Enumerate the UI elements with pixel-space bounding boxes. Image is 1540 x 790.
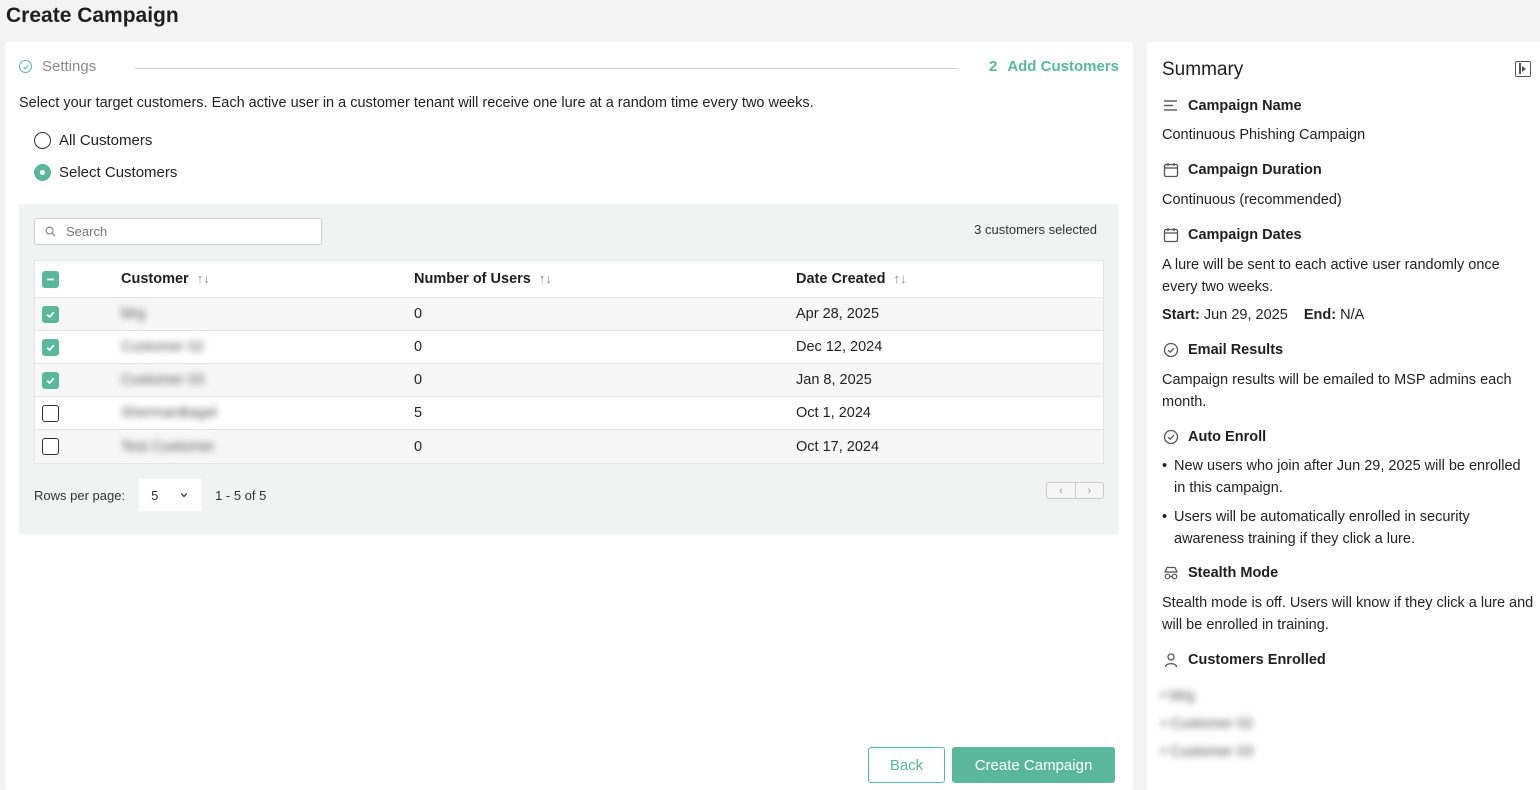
table-header: Customer ↑↓ Number of Users ↑↓ Date Create… (35, 261, 1103, 298)
auto-enroll-heading: Auto Enroll (1163, 429, 1266, 445)
stealth-mode-text: Stealth mode is off. Users will know if … (1162, 595, 1534, 633)
table-row[interactable]: blrg 0 Apr 28, 2025 (35, 298, 1103, 331)
campaign-name-heading: Campaign Name (1163, 98, 1302, 114)
user-count: 0 (414, 438, 423, 455)
date-created: Oct 17, 2024 (796, 438, 880, 455)
customer-name: blrg (121, 306, 146, 322)
user-count: 0 (414, 306, 423, 322)
enrolled-customer: • Customer 02 (1161, 716, 1254, 732)
header-number-of-users[interactable]: Number of Users ↑↓ (414, 271, 796, 287)
check-circle-icon (1163, 429, 1179, 445)
sort-icon[interactable]: ↑↓ (539, 271, 552, 286)
stepper: Settings 2 Add Customers (19, 58, 1119, 78)
radio-button[interactable] (34, 132, 51, 149)
page-nav: ‹ › (1046, 482, 1104, 499)
select-all-checkbox[interactable] (42, 270, 59, 288)
campaign-name-value: Continuous Phishing Campaign (1162, 127, 1366, 143)
stepper-line (135, 68, 958, 69)
campaign-duration-heading: Campaign Duration (1163, 162, 1322, 178)
stealth-mode-heading: Stealth Mode (1163, 565, 1278, 581)
step-settings-label: Settings (42, 58, 97, 75)
prev-page-button[interactable]: ‹ (1047, 483, 1075, 498)
pagination: Rows per page: 5 1 - 5 of 5 ‹ › (34, 478, 1104, 512)
user-count: 0 (414, 339, 423, 355)
sort-icon[interactable]: ↑↓ (197, 271, 210, 286)
auto-enroll-bullet: New users who join after Jun 29, 2025 wi… (1162, 455, 1534, 499)
customer-name: Customer 02 (121, 339, 205, 355)
check-circle-icon (1163, 342, 1179, 358)
customer-table: Customer ↑↓ Number of Users ↑↓ Date Create… (34, 260, 1104, 464)
radio-button[interactable] (34, 164, 51, 181)
summary-title: Summary (1162, 59, 1244, 80)
user-count: 0 (414, 372, 423, 388)
rows-per-page-label: Rows per page: (34, 487, 126, 503)
date-created: Oct 1, 2024 (796, 405, 871, 421)
date-created: Apr 28, 2025 (796, 306, 880, 322)
campaign-dates-text: A lure will be sent to each active user … (1162, 257, 1500, 295)
page-range: 1 - 5 of 5 (215, 487, 267, 503)
row-checkbox[interactable] (42, 438, 59, 455)
next-page-button[interactable]: › (1075, 483, 1103, 498)
check-circle-icon (19, 60, 32, 73)
sort-icon[interactable]: ↑↓ (893, 271, 906, 286)
header-customer[interactable]: Customer ↑↓ (121, 271, 414, 287)
customer-name: Customer 03 (121, 372, 205, 388)
table-row[interactable]: Customer 02 0 Dec 12, 2024 (35, 331, 1103, 364)
user-count: 5 (414, 405, 423, 421)
summary-panel: Summary Campaign Name Continuous Phishin… (1147, 42, 1540, 790)
radio-label: All Customers (59, 132, 153, 149)
calendar-icon (1163, 163, 1179, 178)
enrolled-customer: • Customer 03 (1161, 744, 1254, 760)
row-checkbox[interactable] (42, 371, 59, 389)
email-results-text: Campaign results will be emailed to MSP … (1162, 372, 1512, 410)
customer-table-panel: 3 customers selected Customer↑↓ Number o… (19, 204, 1119, 534)
rows-per-page-select[interactable]: 5 (139, 479, 202, 511)
customers-enrolled-heading: Customers Enrolled (1163, 652, 1326, 668)
step-add-customers-label: Add Customers (1007, 58, 1119, 75)
main-panel: Settings 2 Add Customers Select your tar… (5, 42, 1133, 790)
panel-collapse-icon[interactable] (1515, 61, 1531, 77)
row-checkbox[interactable] (42, 305, 59, 323)
row-checkbox[interactable] (42, 404, 59, 422)
search-icon (45, 226, 56, 237)
enrolled-customer: • blrg (1161, 688, 1195, 704)
campaign-dates-heading: Campaign Dates (1163, 227, 1302, 243)
search-box[interactable] (34, 218, 322, 245)
chevron-down-icon (180, 493, 188, 498)
step-settings[interactable]: Settings (19, 58, 96, 75)
campaign-start-end: Start: Jun 29, 2025 End: N/A (1162, 307, 1365, 323)
back-button[interactable]: Back (868, 747, 945, 783)
campaign-duration-value: Continuous (recommended) (1162, 192, 1342, 208)
user-icon (1164, 653, 1178, 668)
search-input[interactable] (66, 224, 306, 239)
auto-enroll-bullet: Users will be automatically enrolled in … (1162, 506, 1534, 550)
radio-all-customers[interactable]: All Customers (34, 132, 152, 149)
selected-count: 3 customers selected (974, 222, 1097, 237)
table-row[interactable]: Test Customer 0 Oct 17, 2024 (35, 430, 1103, 463)
radio-label: Select Customers (59, 164, 178, 181)
create-campaign-button[interactable]: Create Campaign (952, 747, 1115, 783)
step-add-customers: 2 Add Customers (989, 58, 1119, 75)
row-checkbox[interactable] (42, 338, 59, 356)
customer-name: Test Customer (121, 438, 215, 455)
table-row[interactable]: Customer 03 0 Jan 8, 2025 (35, 364, 1103, 397)
step-number: 2 (988, 58, 998, 75)
incognito-icon (1164, 566, 1178, 580)
calendar-icon (1163, 228, 1179, 243)
table-row[interactable]: ShermanBagel 5 Oct 1, 2024 (35, 397, 1103, 430)
email-results-heading: Email Results (1163, 342, 1283, 358)
date-created: Jan 8, 2025 (796, 372, 872, 388)
radio-select-customers[interactable]: Select Customers (34, 164, 177, 181)
intro-text: Select your target customers. Each activ… (19, 95, 814, 111)
text-lines-icon (1164, 100, 1177, 111)
header-date-created[interactable]: Date Created ↑↓ (796, 271, 1103, 287)
page-title: Create Campaign (6, 4, 179, 27)
date-created: Dec 12, 2024 (796, 339, 883, 355)
customer-name: ShermanBagel (121, 405, 217, 421)
